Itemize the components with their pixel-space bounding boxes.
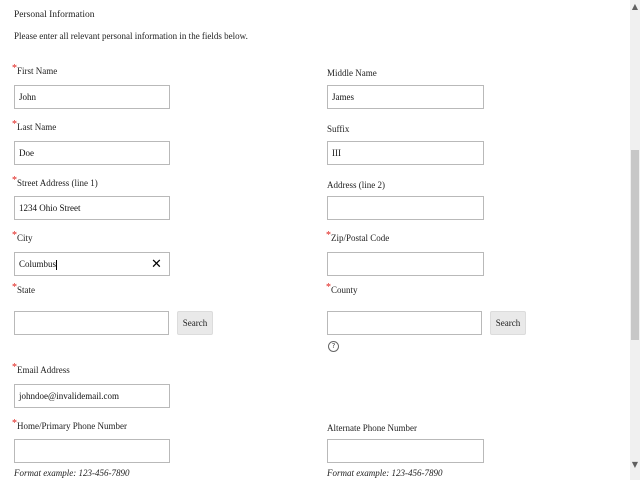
required-marker: * [12,230,17,241]
email-field[interactable]: johndoe@invalidemail.com [14,384,170,408]
scroll-down-icon[interactable]: ▼ [630,460,640,470]
state-label: *State [12,282,35,295]
alt-phone-format-hint: Format example: 123-456-7890 [327,468,443,478]
scroll-up-icon[interactable]: ▲ [630,2,640,12]
zip-field[interactable] [327,252,484,276]
text-caret [56,259,58,270]
first-name-label: *First Name [12,63,58,76]
middle-name-field[interactable]: James [327,85,484,109]
county-search-button[interactable]: Search [490,311,526,335]
home-phone-format-hint: Format example: 123-456-7890 [14,468,130,478]
intro-text: Please enter all relevant personal infor… [14,31,248,41]
alt-phone-label: Alternate Phone Number [327,423,417,433]
help-icon[interactable]: ? [328,341,339,352]
required-marker: * [12,362,17,373]
last-name-label: *Last Name [12,119,57,132]
zip-label: *Zip/Postal Code [326,230,390,243]
street2-label: Address (line 2) [327,180,385,190]
city-label: *City [12,230,33,243]
section-title: Personal Information [14,10,95,20]
scroll-thumb[interactable] [631,150,639,340]
required-marker: * [12,119,17,130]
email-label: *Email Address [12,362,70,375]
home-phone-field[interactable] [14,439,170,463]
state-search-button[interactable]: Search [177,311,213,335]
street1-label: *Street Address (line 1) [12,175,98,188]
required-marker: * [326,230,331,241]
street1-field[interactable]: 1234 Ohio Street [14,196,170,220]
county-field[interactable] [327,311,482,335]
suffix-label: Suffix [327,124,350,134]
clear-icon[interactable]: ✕ [151,258,162,271]
required-marker: * [12,418,17,429]
alt-phone-field[interactable] [327,439,484,463]
city-value: Columbus [19,259,57,269]
required-marker: * [12,175,17,186]
street2-field[interactable] [327,196,484,220]
city-field[interactable]: Columbus [14,252,170,276]
vertical-scrollbar[interactable]: ▲ ▼ [630,0,640,480]
middle-name-label: Middle Name [327,68,377,78]
required-marker: * [12,63,17,74]
suffix-field[interactable]: III [327,141,484,165]
home-phone-label: *Home/Primary Phone Number [12,418,127,431]
required-marker: * [326,282,331,293]
required-marker: * [12,282,17,293]
county-label: *County [326,282,358,295]
first-name-field[interactable]: John [14,85,170,109]
state-field[interactable] [14,311,169,335]
last-name-field[interactable]: Doe [14,141,170,165]
